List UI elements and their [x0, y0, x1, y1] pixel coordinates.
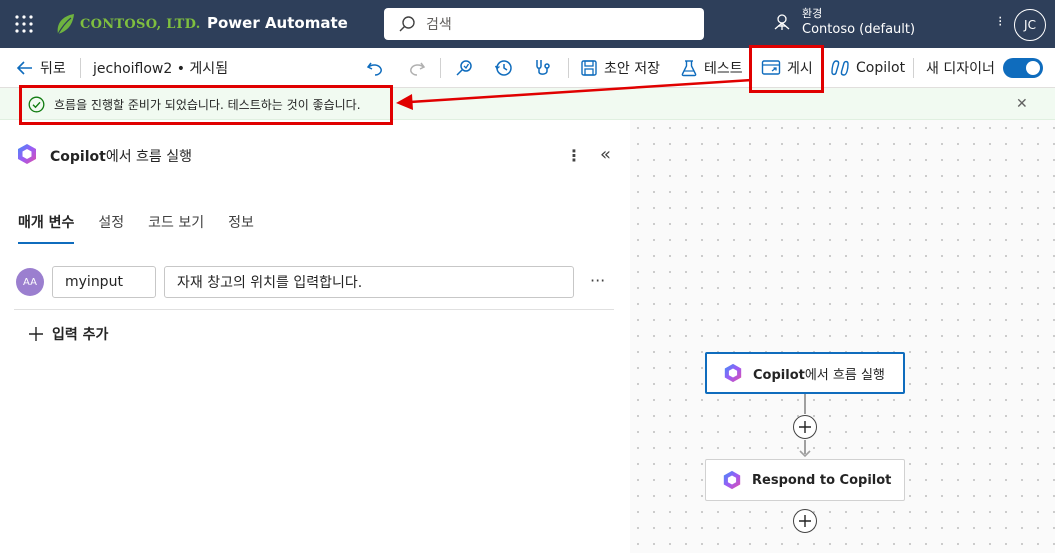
trigger-node-title-bold: Copilot: [753, 367, 805, 383]
parameter-more-icon[interactable]: ···: [590, 271, 605, 290]
highlight-publish-box: [749, 45, 824, 93]
flow-status: jechoiflow2 • 게시됨: [93, 48, 228, 88]
action-node[interactable]: Respond to Copilot: [705, 459, 905, 501]
divider: [568, 58, 569, 78]
connector-line: [804, 394, 806, 414]
history-icon: [494, 60, 512, 76]
test-button[interactable]: 테스트: [680, 48, 743, 88]
company-logo: CONTOSO, LTD.: [54, 12, 201, 36]
panel-tabs: 매개 변수 설정 코드 보기 정보: [18, 212, 254, 244]
trigger-node[interactable]: Copilot에서 흐름 실행: [705, 352, 905, 394]
add-step-button[interactable]: [793, 509, 817, 533]
redo-icon: [410, 62, 426, 76]
text-type-icon: AA: [16, 268, 44, 296]
dismiss-icon[interactable]: ✕: [1016, 96, 1028, 112]
tab-about[interactable]: 정보: [228, 212, 254, 244]
divider: [14, 309, 614, 310]
test-label: 테스트: [704, 61, 743, 77]
divider: [440, 58, 441, 78]
copilot-logo-icon: [724, 363, 742, 383]
user-avatar[interactable]: JC: [1014, 9, 1046, 41]
copilot-label: Copilot: [856, 60, 906, 76]
app-launcher-icon[interactable]: [14, 14, 34, 34]
environment-name: Contoso (default): [802, 22, 916, 37]
copilot-logo-icon: [723, 470, 741, 490]
trigger-details-panel: Copilot에서 흐름 실행 ⋮ « 매개 변수 설정 코드 보기 정보 AA…: [0, 120, 630, 553]
search-placeholder: 검색: [426, 17, 452, 33]
trigger-node-title-rest: 에서 흐름 실행: [804, 367, 885, 383]
divider: [913, 58, 914, 78]
undo-icon: [366, 62, 382, 76]
designer-canvas[interactable]: Copilot에서 흐름 실행 Respond to Copilot: [630, 120, 1055, 553]
environment-icon: [774, 14, 790, 30]
flow-checker-button[interactable]: [455, 48, 475, 88]
diagnostics-button[interactable]: [533, 48, 553, 88]
tab-settings[interactable]: 설정: [98, 212, 124, 244]
arrow-left-icon: [16, 61, 32, 75]
copilot-button[interactable]: Copilot: [830, 48, 905, 88]
stethoscope-icon: [536, 60, 550, 75]
copilot-icon: [831, 60, 849, 76]
more-vertical-icon[interactable]: ⋮: [566, 146, 582, 165]
new-designer-toggle[interactable]: 새 디자이너: [926, 48, 1043, 88]
logo-text: CONTOSO, LTD.: [80, 16, 201, 32]
toggle-switch[interactable]: [1002, 58, 1043, 78]
collapse-panel-icon[interactable]: «: [600, 144, 611, 165]
copilot-logo-icon: [18, 144, 36, 164]
leaf-logo-icon: [57, 14, 74, 35]
save-draft-button[interactable]: 초안 저장: [580, 48, 660, 88]
environment-picker[interactable]: 환경 Contoso (default): [772, 6, 915, 38]
new-designer-label: 새 디자이너: [926, 61, 995, 77]
tab-code-view[interactable]: 코드 보기: [148, 212, 204, 244]
command-bar: 뒤로 jechoiflow2 • 게시됨 초안 저장 테스트 게시 Copilo…: [0, 48, 1055, 88]
flow-checker-icon: [456, 60, 472, 76]
top-header: CONTOSO, LTD. Power Automate 검색 환경 Conto…: [0, 0, 1055, 48]
parameter-description-input[interactable]: 자재 창고의 위치를 입력합니다.: [164, 266, 574, 298]
more-options-icon[interactable]: ⁝: [998, 14, 1002, 30]
insert-step-button[interactable]: [793, 415, 817, 439]
search-icon: [399, 16, 415, 32]
save-draft-label: 초안 저장: [604, 61, 660, 77]
redo-button[interactable]: [408, 48, 426, 88]
arrow-down-icon: [799, 450, 811, 458]
plus-icon: [799, 421, 811, 433]
action-node-title-bold: Respond to Copilot: [752, 472, 892, 488]
plus-icon: [799, 515, 811, 527]
divider: [80, 58, 81, 78]
panel-title-bold: Copilot: [50, 149, 106, 165]
add-input-label: 입력 추가: [52, 327, 109, 343]
panel-title-rest: 에서 흐름 실행: [105, 149, 193, 165]
panel-title: Copilot에서 흐름 실행: [50, 146, 192, 166]
version-history-button[interactable]: [494, 48, 514, 88]
tab-parameters[interactable]: 매개 변수: [18, 212, 75, 244]
search-box[interactable]: 검색: [384, 8, 704, 40]
app-name[interactable]: Power Automate: [207, 14, 348, 32]
flow-name-status: jechoiflow2 • 게시됨: [93, 61, 229, 77]
back-button[interactable]: 뒤로: [16, 48, 66, 88]
flask-icon: [681, 60, 697, 77]
parameter-name-input[interactable]: myinput: [52, 266, 156, 298]
highlight-message-box: [19, 85, 393, 125]
save-icon: [581, 60, 597, 76]
plus-icon: [29, 327, 43, 341]
environment-label: 환경: [802, 7, 823, 20]
input-parameter-row: AA myinput 자재 창고의 위치를 입력합니다. ···: [14, 266, 614, 298]
add-input-button[interactable]: 입력 추가: [28, 324, 108, 344]
back-label: 뒤로: [40, 61, 66, 77]
undo-button[interactable]: [366, 48, 384, 88]
